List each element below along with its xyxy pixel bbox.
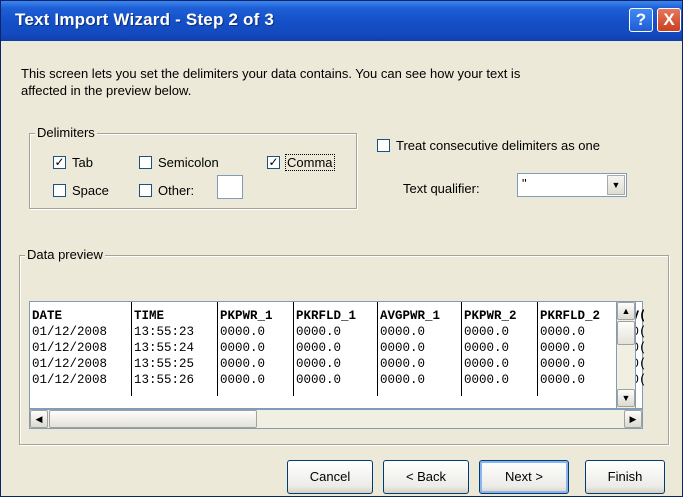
column-header: AVGPWR_1 bbox=[380, 309, 441, 323]
tab-label: Tab bbox=[72, 155, 93, 170]
checkbox-box[interactable] bbox=[377, 139, 390, 152]
comma-label: Comma bbox=[285, 154, 335, 171]
preview-column: PKPWR_2 0000.0 0000.0 0000.0 0000.0 bbox=[462, 302, 538, 396]
data-preview-grid[interactable]: DATE 01/12/2008 01/12/2008 01/12/2008 01… bbox=[29, 301, 644, 409]
consecutive-delimiters-checkbox[interactable]: Treat consecutive delimiters as one bbox=[377, 138, 600, 154]
preview-column: PKPWR_1 0000.0 0000.0 0000.0 0000.0 bbox=[218, 302, 294, 396]
table-cell: 0000.0 bbox=[296, 325, 342, 339]
table-cell: 0000.0 bbox=[464, 357, 510, 371]
preview-column: PKRFLD_2 0000.0 0000.0 0000.0 0000.0 bbox=[538, 302, 622, 396]
space-label: Space bbox=[72, 183, 109, 198]
column-header: DATE bbox=[32, 309, 63, 323]
next-button[interactable]: Next > bbox=[479, 460, 569, 494]
table-cell: 0000.0 bbox=[464, 325, 510, 339]
preview-column: DATE 01/12/2008 01/12/2008 01/12/2008 01… bbox=[30, 302, 132, 396]
table-cell: 0000.0 bbox=[220, 341, 266, 355]
preview-column: TIME 13:55:23 13:55:24 13:55:25 13:55:26 bbox=[132, 302, 218, 396]
checkbox-box[interactable] bbox=[53, 184, 66, 197]
semicolon-label: Semicolon bbox=[158, 155, 219, 170]
table-cell: 0000.0 bbox=[540, 373, 586, 387]
delimiters-legend: Delimiters bbox=[35, 125, 97, 140]
column-header: TIME bbox=[134, 309, 165, 323]
horizontal-scrollbar[interactable]: ◀ ▶ bbox=[29, 409, 643, 429]
other-delimiter-input[interactable] bbox=[217, 175, 243, 199]
other-label: Other: bbox=[158, 183, 195, 198]
data-preview-legend: Data preview bbox=[25, 247, 105, 262]
table-cell: 0000.0 bbox=[540, 325, 586, 339]
tab-checkbox[interactable]: Tab bbox=[53, 155, 93, 171]
column-header: PKRFLD_1 bbox=[296, 309, 357, 323]
table-cell: 01/12/2008 bbox=[32, 357, 108, 371]
preview-column: AVGPWR_1 0000.0 0000.0 0000.0 0000.0 bbox=[378, 302, 462, 396]
table-cell: 0000.0 bbox=[540, 357, 586, 371]
preview-columns: DATE 01/12/2008 01/12/2008 01/12/2008 01… bbox=[30, 302, 644, 396]
vertical-scroll-thumb[interactable] bbox=[617, 321, 635, 345]
table-cell: 01/12/2008 bbox=[32, 341, 108, 355]
text-qualifier-label: Text qualifier: bbox=[403, 181, 480, 196]
scroll-up-icon[interactable]: ▲ bbox=[617, 302, 635, 320]
column-header: PKRFLD_2 bbox=[540, 309, 601, 323]
table-cell: 0000.0 bbox=[464, 341, 510, 355]
finish-button[interactable]: Finish bbox=[585, 460, 665, 494]
table-cell: 13:55:24 bbox=[134, 341, 195, 355]
space-checkbox[interactable]: Space bbox=[53, 183, 109, 199]
checkbox-box[interactable] bbox=[139, 184, 152, 197]
text-qualifier-value: " bbox=[522, 176, 527, 191]
table-cell: 0000.0 bbox=[220, 325, 266, 339]
table-cell: 0000.0 bbox=[380, 357, 426, 371]
other-checkbox[interactable]: Other: bbox=[139, 183, 194, 199]
table-cell: 0000.0 bbox=[380, 373, 426, 387]
checkbox-box[interactable] bbox=[267, 156, 280, 169]
table-cell: 0000.0 bbox=[380, 325, 426, 339]
table-cell: 0000.0 bbox=[296, 373, 342, 387]
table-cell: 0000.0 bbox=[296, 357, 342, 371]
table-cell: 0000.0 bbox=[380, 341, 426, 355]
table-cell: 0000.0 bbox=[220, 373, 266, 387]
scroll-down-icon[interactable]: ▼ bbox=[617, 389, 635, 407]
table-cell: 0000.0 bbox=[220, 357, 266, 371]
close-icon[interactable]: X bbox=[657, 8, 681, 32]
chevron-down-icon[interactable]: ▼ bbox=[607, 175, 625, 195]
consecutive-delimiters-label: Treat consecutive delimiters as one bbox=[396, 138, 601, 153]
title-bar[interactable]: Text Import Wizard - Step 2 of 3 ? X bbox=[1, 1, 682, 41]
intro-text: This screen lets you set the delimiters … bbox=[21, 66, 521, 98]
vertical-scrollbar[interactable]: ▲ ▼ bbox=[616, 301, 636, 409]
table-cell: 01/12/2008 bbox=[32, 325, 108, 339]
scroll-right-icon[interactable]: ▶ bbox=[624, 410, 642, 428]
table-cell: 0000.0 bbox=[296, 341, 342, 355]
window-title: Text Import Wizard - Step 2 of 3 bbox=[15, 10, 275, 29]
help-icon[interactable]: ? bbox=[629, 8, 653, 32]
column-header: PKPWR_1 bbox=[220, 309, 273, 323]
table-cell: 13:55:23 bbox=[134, 325, 195, 339]
checkbox-box[interactable] bbox=[53, 156, 66, 169]
table-cell: 13:55:25 bbox=[134, 357, 195, 371]
comma-checkbox[interactable]: Comma bbox=[267, 154, 335, 171]
text-qualifier-select[interactable]: " ▼ bbox=[517, 173, 627, 197]
table-cell: 0000.0 bbox=[464, 373, 510, 387]
column-header: PKPWR_2 bbox=[464, 309, 517, 323]
semicolon-checkbox[interactable]: Semicolon bbox=[139, 155, 219, 171]
back-button[interactable]: < Back bbox=[383, 460, 469, 494]
text-import-wizard-dialog: Text Import Wizard - Step 2 of 3 ? X Thi… bbox=[0, 0, 683, 497]
checkbox-box[interactable] bbox=[139, 156, 152, 169]
table-cell: 01/12/2008 bbox=[32, 373, 108, 387]
cancel-button[interactable]: Cancel bbox=[287, 460, 373, 494]
scroll-left-icon[interactable]: ◀ bbox=[30, 410, 48, 428]
preview-column: PKRFLD_1 0000.0 0000.0 0000.0 0000.0 bbox=[294, 302, 378, 396]
table-cell: 13:55:26 bbox=[134, 373, 195, 387]
horizontal-scroll-thumb[interactable] bbox=[49, 410, 257, 428]
table-cell: 0000.0 bbox=[540, 341, 586, 355]
